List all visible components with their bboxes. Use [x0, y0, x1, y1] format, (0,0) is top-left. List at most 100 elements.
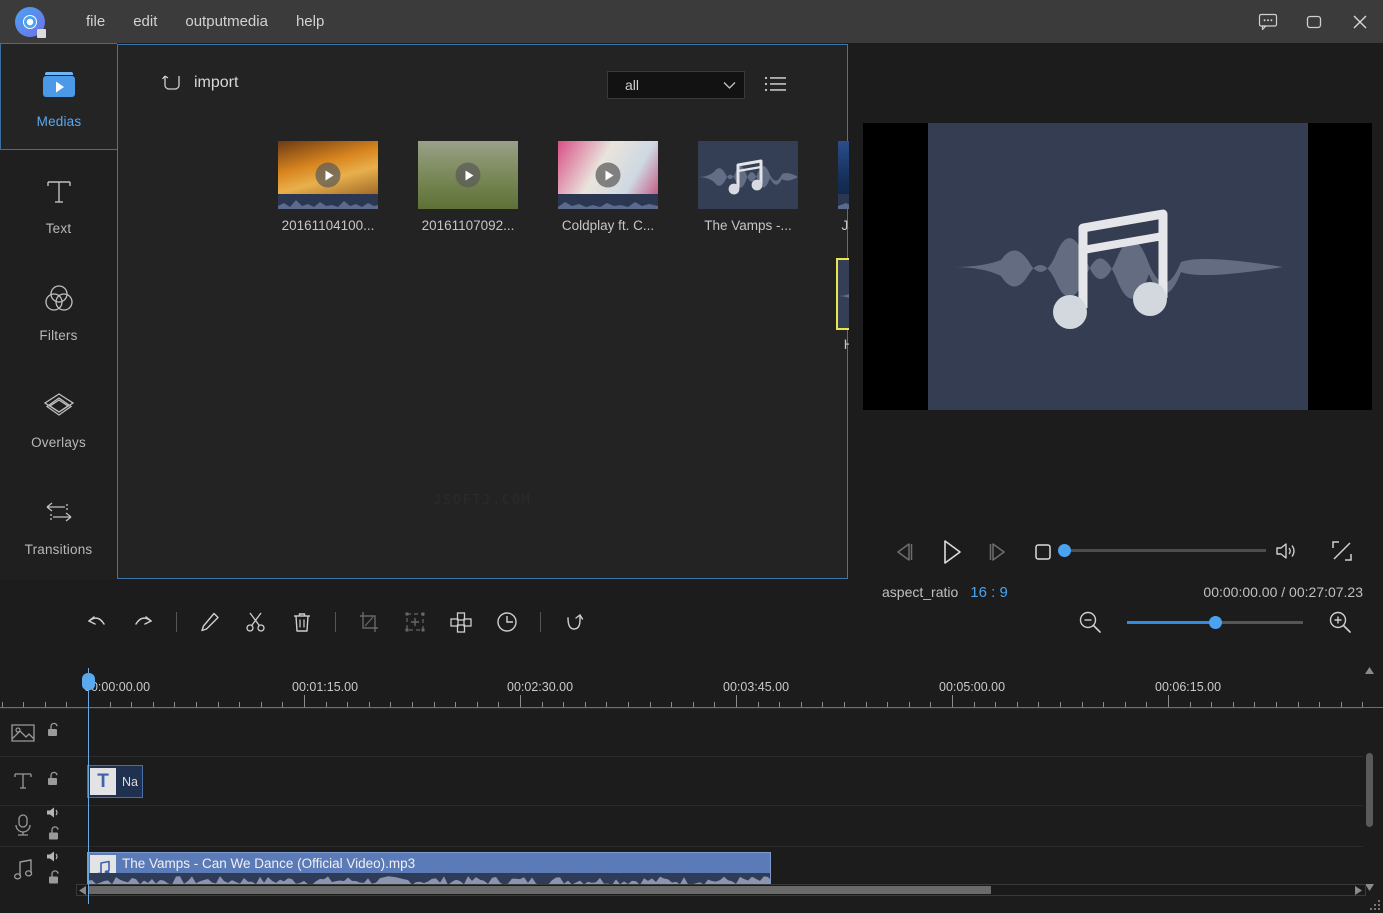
speaker-icon [47, 807, 58, 818]
timeline-clip-text[interactable]: T Na [87, 765, 143, 798]
media-item[interactable]: 20161104100... [258, 141, 398, 233]
horizontal-scroll-thumb[interactable] [88, 886, 991, 894]
mosaic-icon [450, 612, 472, 633]
delete-button[interactable] [279, 600, 325, 644]
volume-button[interactable] [1263, 531, 1309, 571]
watermark: JSOFTJ.COM [433, 493, 532, 508]
sidebar-item-transitions[interactable]: Transitions [0, 471, 117, 578]
track-header-music[interactable] [0, 846, 80, 893]
video-stage[interactable] [863, 123, 1372, 410]
resize-grip-icon[interactable] [1368, 898, 1380, 910]
timeline-ruler[interactable]: 00:00:00.00 00:01:15.00 00:02:30.00 00:0… [0, 662, 1383, 708]
feedback-button[interactable] [1245, 0, 1291, 43]
toolbar-separator [335, 612, 336, 632]
playhead[interactable] [82, 668, 95, 904]
zoom-slider-handle[interactable] [1209, 615, 1222, 629]
split-button[interactable] [233, 600, 279, 644]
zoom-in-button[interactable] [1317, 600, 1363, 644]
track-toggles [46, 806, 61, 846]
undo-button[interactable] [74, 600, 120, 644]
play-overlay-icon [595, 162, 621, 188]
text-clip-badge: T [90, 768, 116, 795]
media-library-panel: import all 20161104100... 20161107092...… [117, 44, 940, 579]
zoom-slider-fill [1127, 620, 1216, 624]
media-filter-value: all [625, 77, 640, 93]
export-share-icon [567, 614, 584, 630]
text-clip-label: Na [122, 774, 138, 789]
ruler-label: 00:03:45.00 [723, 680, 790, 694]
list-view-icon [764, 76, 786, 92]
lane-text[interactable]: T Na [80, 756, 1363, 805]
close-button[interactable] [1337, 0, 1383, 43]
media-filter-select[interactable]: all [607, 71, 745, 99]
toolbar-separator [176, 612, 177, 632]
export-button[interactable] [551, 600, 597, 644]
next-frame-icon [989, 543, 1005, 561]
track-toggles [46, 722, 60, 743]
sidebar-item-label: Overlays [31, 434, 86, 450]
mute-toggle-music[interactable] [46, 850, 61, 868]
sidebar-item-label: Transitions [24, 541, 93, 557]
sidebar-item-overlays[interactable]: Overlays [0, 364, 117, 471]
sidebar-item-label: Text [45, 220, 72, 236]
sidebar-item-filters[interactable]: Filters [0, 257, 117, 364]
scroll-up-button[interactable] [1364, 665, 1375, 676]
track-header-text[interactable] [0, 756, 80, 805]
vertical-scroll-thumb[interactable] [1366, 753, 1373, 827]
lane-voice[interactable] [80, 805, 1363, 846]
track-header-video[interactable] [0, 708, 80, 756]
zoom-out-icon [1079, 611, 1101, 633]
track-toggles [46, 771, 60, 792]
playhead-handle[interactable] [82, 673, 95, 690]
preview-right-controls [1263, 531, 1365, 571]
microphone-icon [0, 813, 46, 839]
sidebar-item-medias[interactable]: Medias [0, 43, 117, 150]
trash-icon [294, 613, 310, 632]
play-button[interactable] [928, 532, 974, 572]
fullscreen-button[interactable] [1319, 531, 1365, 571]
track-header-voice[interactable] [0, 805, 80, 846]
timeline-clip-audio[interactable]: The Vamps - Can We Dance (Official Video… [87, 852, 771, 888]
crop-button[interactable] [346, 600, 392, 644]
lock-toggle-music[interactable] [47, 870, 61, 890]
add-marker-button[interactable] [392, 600, 438, 644]
mosaic-button[interactable] [438, 600, 484, 644]
menu-outputmedia[interactable]: outputmedia [171, 7, 282, 36]
overlays-diamond-icon [40, 386, 78, 426]
previous-frame-button[interactable] [882, 532, 928, 572]
next-frame-button[interactable] [974, 532, 1020, 572]
edit-button[interactable] [187, 600, 233, 644]
menu-help[interactable]: help [282, 7, 338, 36]
maximize-button[interactable] [1291, 0, 1337, 43]
video-editor-window: file edit outputmedia help Medias Text F… [0, 0, 1383, 913]
sidebar-item-text[interactable]: Text [0, 150, 117, 257]
zoom-slider[interactable] [1127, 615, 1303, 629]
timeline-horizontal-scrollbar[interactable] [76, 884, 1366, 896]
media-item[interactable]: Coldplay ft. C... [538, 141, 678, 233]
lane-video[interactable] [80, 708, 1363, 756]
text-t-icon [0, 769, 46, 793]
timeline-vertical-scrollbar[interactable] [1364, 665, 1375, 893]
lock-toggle-text[interactable] [46, 771, 60, 792]
close-icon [1353, 15, 1367, 28]
scroll-left-icon [79, 886, 86, 895]
play-icon [944, 540, 961, 564]
duration-button[interactable] [484, 600, 530, 644]
sidebar-item-label: Medias [36, 113, 82, 129]
lock-toggle-video[interactable] [46, 722, 60, 743]
redo-icon [135, 616, 152, 625]
media-item-label: 20161104100... [281, 218, 375, 233]
lock-toggle-voice[interactable] [47, 826, 61, 846]
media-item[interactable]: 20161107092... [398, 141, 538, 233]
edit-toolbar [0, 596, 1383, 648]
menu-file[interactable]: file [72, 7, 119, 36]
seek-handle[interactable] [1058, 544, 1071, 557]
media-item[interactable]: The Vamps -... [678, 141, 818, 233]
zoom-out-button[interactable] [1067, 600, 1113, 644]
list-view-toggle[interactable] [761, 69, 791, 99]
menu-edit[interactable]: edit [119, 7, 171, 36]
redo-button[interactable] [120, 600, 166, 644]
import-button[interactable]: import [161, 73, 238, 93]
seek-bar[interactable] [1061, 549, 1266, 552]
mute-toggle-voice[interactable] [46, 806, 61, 824]
